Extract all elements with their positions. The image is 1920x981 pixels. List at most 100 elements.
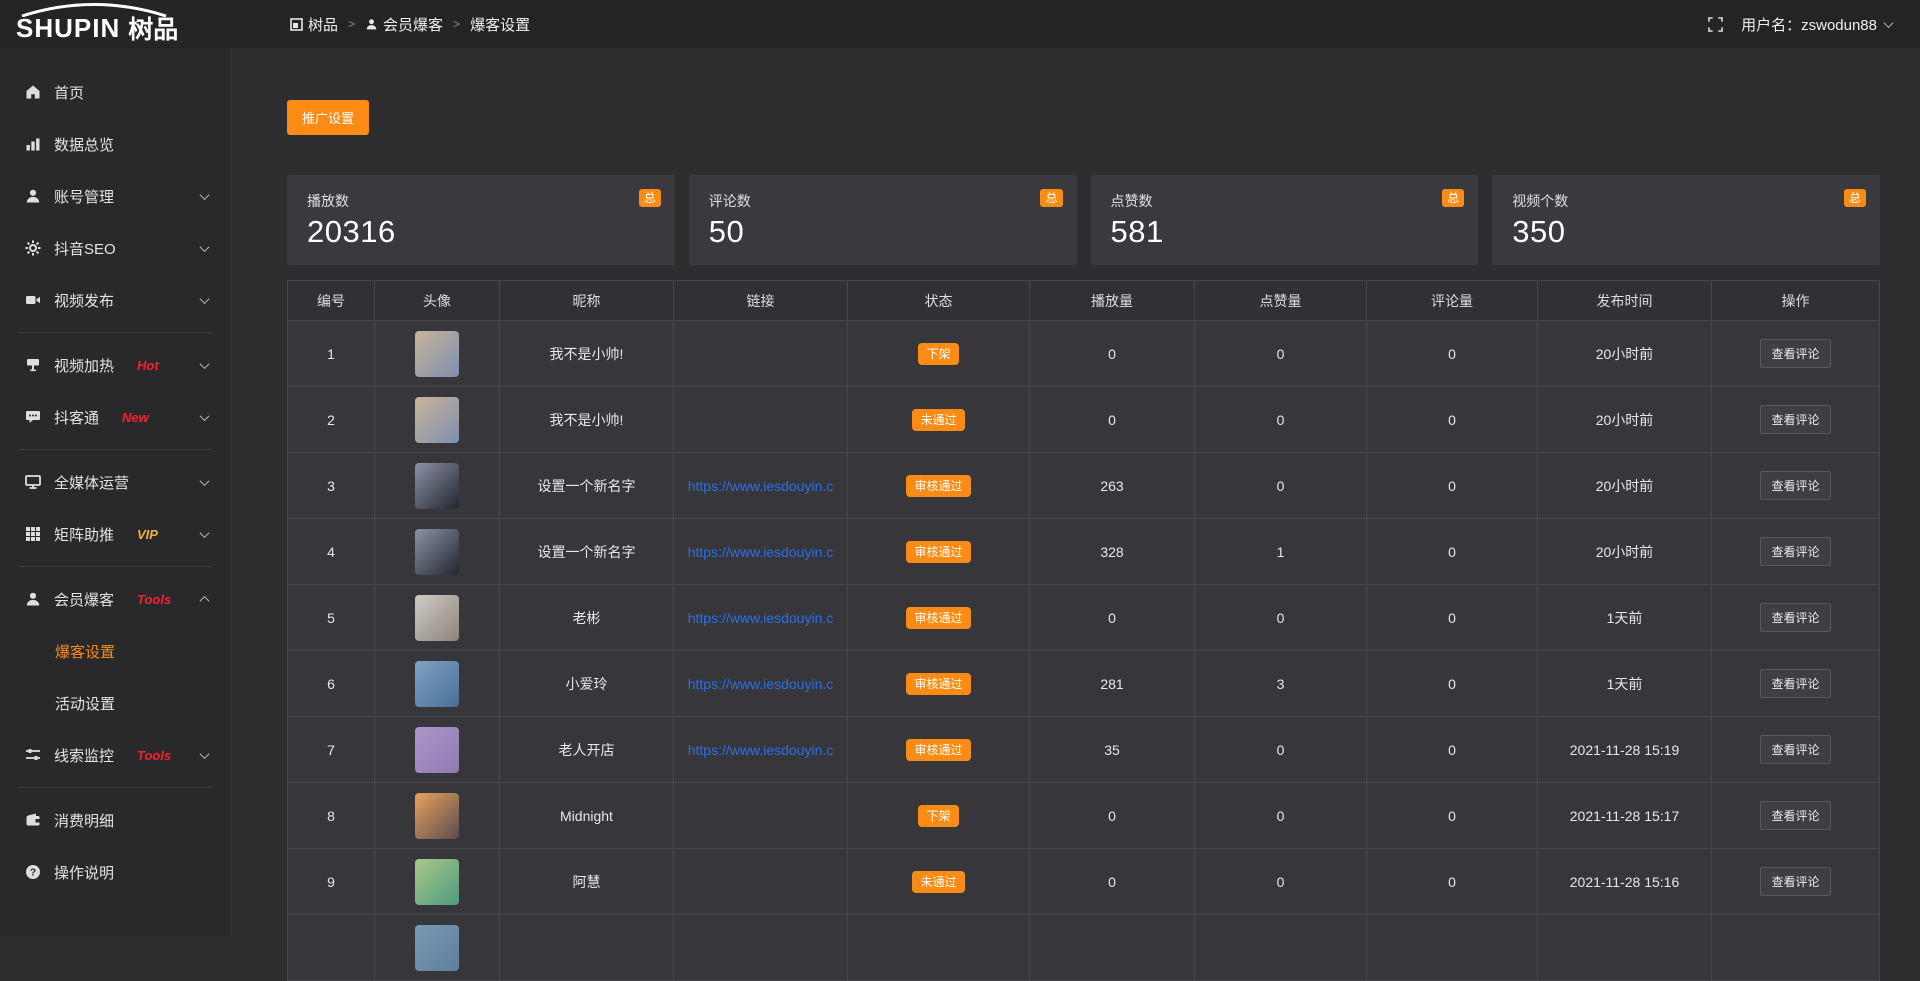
- logo-text-en: SHUPIN: [16, 13, 120, 44]
- sidebar-item-tag: Tools: [137, 748, 171, 763]
- sidebar-item-操作说明[interactable]: ?操作说明: [0, 846, 230, 898]
- view-comments-button[interactable]: 查看评论: [1760, 867, 1830, 896]
- table-row: 8Midnight下架0002021-11-28 15:17查看评论: [288, 783, 1879, 849]
- sidebar-item-线索监控[interactable]: 线索监控Tools: [0, 729, 230, 781]
- sidebar-nav: 首页数据总览账号管理抖音SEO视频发布视频加热Hot抖客通New 全媒体运营矩阵助…: [0, 66, 230, 898]
- view-comments-button[interactable]: 查看评论: [1760, 669, 1830, 698]
- cell-likes: 0: [1195, 783, 1367, 848]
- sidebar-divider: [18, 332, 212, 333]
- sidebar-item-全媒体运营[interactable]: 全媒体运营: [0, 456, 230, 508]
- view-comments-button[interactable]: 查看评论: [1760, 405, 1830, 434]
- dashboard-icon: [290, 18, 303, 31]
- avatar: [415, 727, 459, 773]
- total-badge: 总: [1442, 189, 1464, 207]
- status-badge: 审核通过: [906, 673, 970, 695]
- breadcrumb-separator: >: [453, 17, 460, 31]
- sidebar-item-会员爆客[interactable]: 会员爆客Tools: [0, 573, 230, 625]
- cell-link: [674, 915, 848, 980]
- chevron-down-icon: [200, 411, 210, 421]
- view-comments-button[interactable]: 查看评论: [1760, 801, 1830, 830]
- column-header-状态: 状态: [848, 281, 1030, 320]
- sidebar-item-数据总览[interactable]: 数据总览: [0, 118, 230, 170]
- chevron-down-icon: [200, 294, 210, 304]
- cell-comments: [1367, 915, 1538, 980]
- promotion-settings-button[interactable]: 推广设置: [287, 100, 369, 135]
- cell-publish-time: 1天前: [1538, 651, 1712, 716]
- sidebar-item-首页[interactable]: 首页: [0, 66, 230, 118]
- sidebar-subitem-爆客设置[interactable]: 爆客设置: [0, 625, 230, 677]
- view-comments-button[interactable]: 查看评论: [1760, 339, 1830, 368]
- cell-avatar: [375, 651, 500, 716]
- cell-plays: 0: [1030, 849, 1195, 914]
- cell-likes: [1195, 915, 1367, 980]
- cell-comments: 0: [1367, 783, 1538, 848]
- cell-publish-time: 2021-11-28 15:16: [1538, 849, 1712, 914]
- sidebar-item-矩阵助推[interactable]: 矩阵助推VIP: [0, 508, 230, 560]
- cell-nickname: [500, 915, 674, 980]
- profile-link[interactable]: https://www.iesdouyin.c: [688, 676, 834, 692]
- cell-likes: 0: [1195, 585, 1367, 650]
- view-comments-button[interactable]: 查看评论: [1760, 735, 1830, 764]
- chevron-down-icon: [200, 528, 210, 538]
- user-menu[interactable]: 用户名：zswodun88: [1741, 14, 1892, 35]
- cell-likes: 0: [1195, 849, 1367, 914]
- cell-number: 7: [288, 717, 375, 782]
- cell-comments: 0: [1367, 387, 1538, 452]
- status-badge: 未通过: [912, 409, 964, 431]
- cell-status: 未通过: [848, 387, 1030, 452]
- table-row: 3设置一个新名字https://www.iesdouyin.c审核通过26300…: [288, 453, 1879, 519]
- cell-link: https://www.iesdouyin.c: [674, 651, 848, 716]
- cell-publish-time: 20小时前: [1538, 453, 1712, 518]
- cell-number: 9: [288, 849, 375, 914]
- view-comments-button[interactable]: 查看评论: [1760, 603, 1830, 632]
- sidebar-item-tag: VIP: [137, 527, 158, 542]
- sidebar-subitem-活动设置[interactable]: 活动设置: [0, 677, 230, 729]
- breadcrumb-home[interactable]: 树品: [290, 14, 338, 35]
- cell-number: [288, 915, 375, 980]
- profile-link[interactable]: https://www.iesdouyin.c: [688, 742, 834, 758]
- sidebar-item-label: 首页: [54, 82, 84, 103]
- sidebar-item-视频发布[interactable]: 视频发布: [0, 274, 230, 326]
- cell-likes: 0: [1195, 453, 1367, 518]
- monitor-icon: [24, 474, 41, 490]
- breadcrumb-label: 爆客设置: [470, 14, 530, 35]
- sidebar-item-tag: Hot: [137, 358, 159, 373]
- stat-card-value: 581: [1111, 214, 1461, 250]
- cell-nickname: 老人开店: [500, 717, 674, 782]
- breadcrumb-member[interactable]: 会员爆客: [365, 14, 443, 35]
- sidebar-item-视频加热[interactable]: 视频加热Hot: [0, 339, 230, 391]
- view-comments-button[interactable]: 查看评论: [1760, 537, 1830, 566]
- cell-plays: 0: [1030, 321, 1195, 386]
- column-header-头像: 头像: [375, 281, 500, 320]
- chevron-down-icon: [200, 242, 210, 252]
- sidebar-item-抖客通[interactable]: 抖客通New: [0, 391, 230, 443]
- fullscreen-icon[interactable]: [1708, 17, 1723, 32]
- cell-link: https://www.iesdouyin.c: [674, 717, 848, 782]
- avatar: [415, 793, 459, 839]
- cell-link: [674, 783, 848, 848]
- profile-link[interactable]: https://www.iesdouyin.c: [688, 610, 834, 626]
- profile-link[interactable]: https://www.iesdouyin.c: [688, 478, 834, 494]
- sidebar-item-账号管理[interactable]: 账号管理: [0, 170, 230, 222]
- total-badge: 总: [1844, 189, 1866, 207]
- cell-status: 审核通过: [848, 519, 1030, 584]
- cell-status: 审核通过: [848, 585, 1030, 650]
- sidebar-item-抖音SEO[interactable]: 抖音SEO: [0, 222, 230, 274]
- cell-plays: 0: [1030, 387, 1195, 452]
- avatar: [415, 397, 459, 443]
- cell-comments: 0: [1367, 585, 1538, 650]
- cell-link: [674, 387, 848, 452]
- table-row: 4设置一个新名字https://www.iesdouyin.c审核通过32810…: [288, 519, 1879, 585]
- stat-card-value: 20316: [307, 214, 657, 250]
- cell-number: 4: [288, 519, 375, 584]
- sidebar-item-label: 消费明细: [54, 810, 114, 831]
- cell-number: 2: [288, 387, 375, 452]
- sidebar-item-消费明细[interactable]: 消费明细: [0, 794, 230, 846]
- user-icon: [365, 18, 378, 31]
- sliders-icon: [24, 747, 41, 763]
- profile-link[interactable]: https://www.iesdouyin.c: [688, 544, 834, 560]
- cell-nickname: 老彬: [500, 585, 674, 650]
- chat-icon: [24, 409, 41, 425]
- view-comments-button[interactable]: 查看评论: [1760, 471, 1830, 500]
- cell-likes: 3: [1195, 651, 1367, 716]
